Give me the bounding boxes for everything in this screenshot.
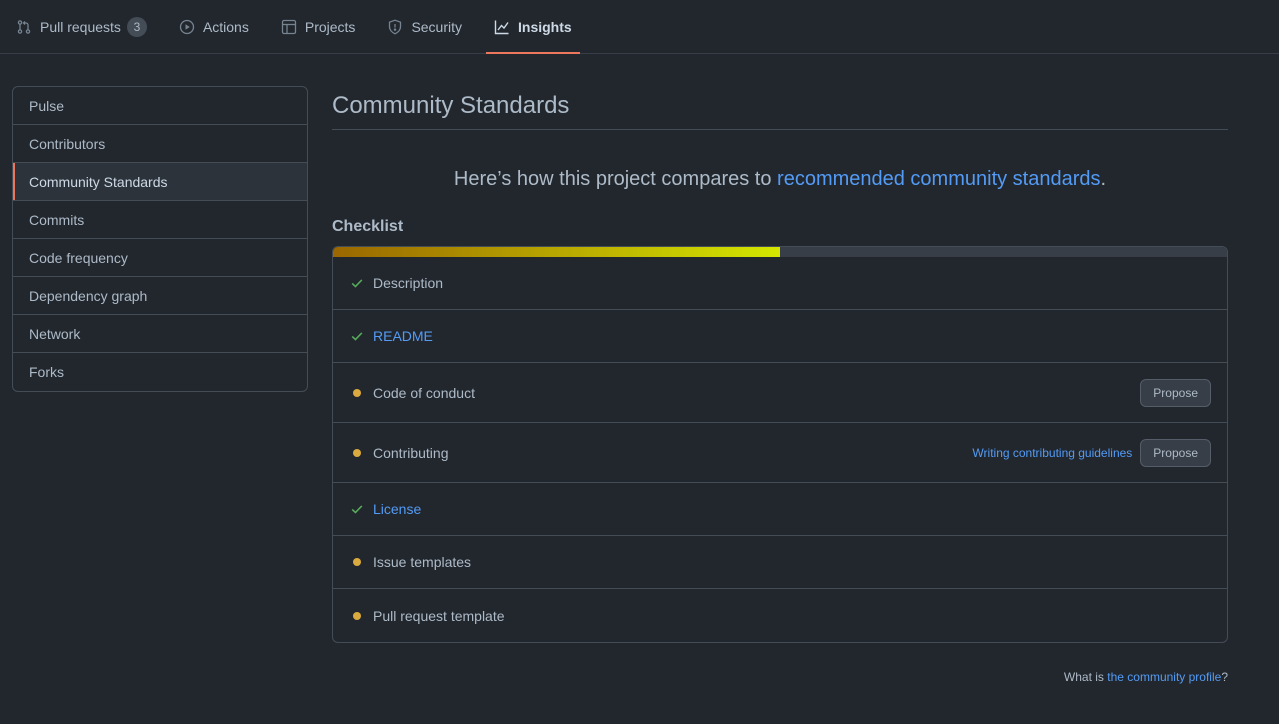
sidebar-item-contributors[interactable]: Contributors [13, 125, 307, 163]
checklist-box: Description README Code of conduct Propo… [332, 246, 1228, 643]
row-actions: Propose [1140, 378, 1211, 407]
tab-label: Security [411, 18, 463, 35]
tab-insights[interactable]: Insights [486, 0, 580, 54]
lead-text: Here’s how this project compares to reco… [332, 168, 1228, 198]
checklist-item-pull-request-template: Pull request template [333, 589, 1227, 642]
tab-label: Insights [518, 18, 572, 35]
check-icon [349, 328, 365, 344]
check-icon [349, 275, 365, 291]
checklist-item-label: Issue templates [373, 554, 472, 570]
checklist-item-description: Description [333, 257, 1227, 310]
checklist-item-license: License [333, 483, 1227, 536]
tab-actions[interactable]: Actions [171, 0, 257, 53]
checklist-item-contributing: Contributing Writing contributing guidel… [333, 423, 1227, 483]
checklist-item-issue-templates: Issue templates [333, 536, 1227, 589]
sidebar-item-network[interactable]: Network [13, 315, 307, 353]
community-profile-link[interactable]: the community profile [1107, 670, 1221, 684]
git-pull-request-icon [16, 19, 32, 35]
checklist-item-label: Contributing [373, 444, 449, 461]
row-actions: Writing contributing guidelines Propose [972, 438, 1211, 467]
propose-contributing-button[interactable]: Propose [1140, 438, 1211, 467]
tab-label: Projects [304, 18, 356, 35]
lead-suffix: . [1100, 168, 1107, 190]
checklist-item-label: Pull request template [373, 607, 505, 624]
sidebar-item-commits[interactable]: Commits [13, 201, 307, 239]
sidebar-item-pulse[interactable]: Pulse [13, 87, 307, 125]
tab-label: Actions [202, 18, 249, 35]
table-icon [281, 19, 297, 35]
sidebar-item-forks[interactable]: Forks [13, 353, 307, 391]
readme-link[interactable]: README [373, 328, 433, 344]
lead-prefix: Here’s how this project compares to [453, 168, 778, 190]
dot-icon [349, 554, 365, 570]
footer-prefix: What is [1063, 670, 1108, 684]
license-link[interactable]: License [373, 501, 421, 517]
checklist-progress-bar [333, 247, 1227, 257]
shield-icon [387, 19, 403, 35]
checklist-item-label: Description [373, 275, 444, 291]
tab-projects[interactable]: Projects [273, 0, 364, 53]
check-icon [349, 501, 365, 517]
checklist-item-readme: README [333, 310, 1227, 363]
dot-icon [349, 608, 365, 624]
page-title: Community Standards [332, 86, 1228, 130]
contributing-guidelines-link[interactable]: Writing contributing guidelines [972, 446, 1132, 460]
graph-icon [494, 19, 510, 35]
sidebar-item-code-frequency[interactable]: Code frequency [13, 239, 307, 277]
play-icon [179, 19, 195, 35]
repo-nav: Pull requests 3 Actions Projects Securit… [0, 0, 1279, 54]
dot-icon [349, 385, 365, 401]
sidebar-item-community-standards[interactable]: Community Standards [13, 163, 307, 201]
sidebar-item-dependency-graph[interactable]: Dependency graph [13, 277, 307, 315]
footer-note: What is the community profile? [332, 670, 1228, 684]
checklist-item-code-of-conduct: Code of conduct Propose [333, 363, 1227, 423]
footer-suffix: ? [1221, 670, 1228, 684]
recommended-standards-link[interactable]: recommended community standards [777, 168, 1100, 190]
dot-icon [349, 445, 365, 461]
tab-label: Pull requests [40, 18, 121, 35]
checklist-progress-fill [333, 247, 780, 257]
insights-sidebar: Pulse Contributors Community Standards C… [12, 86, 308, 392]
pull-request-count-badge: 3 [126, 16, 147, 37]
checklist-heading: Checklist [332, 218, 404, 235]
checklist-item-label: Code of conduct [373, 384, 475, 401]
tab-security[interactable]: Security [379, 0, 470, 53]
propose-code-of-conduct-button[interactable]: Propose [1140, 378, 1211, 407]
tab-pull-requests[interactable]: Pull requests 3 [8, 0, 155, 53]
main-content: Community Standards Here’s how this proj… [332, 86, 1228, 684]
